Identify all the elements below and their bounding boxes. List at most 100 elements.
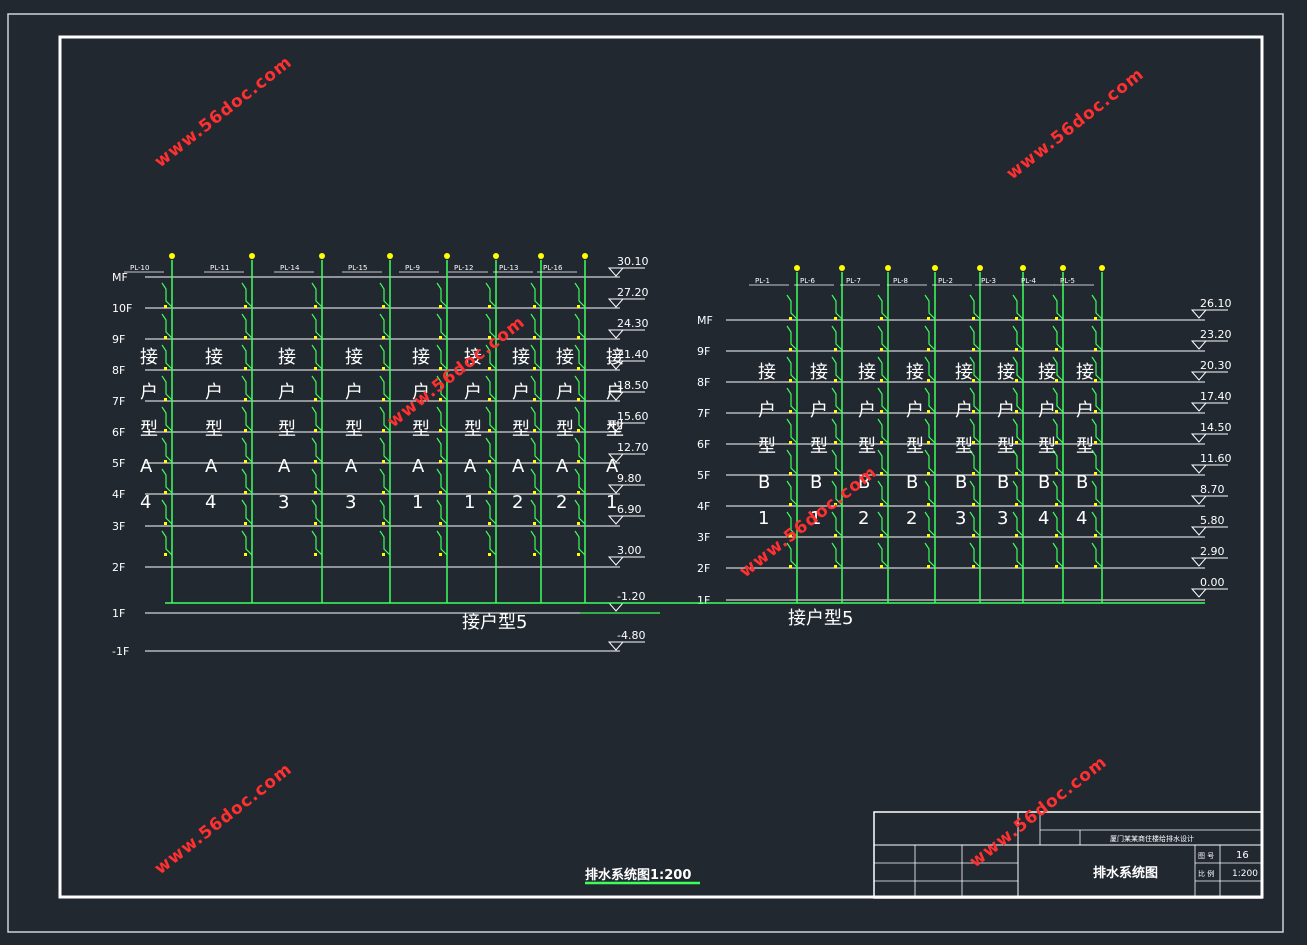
floor-drain xyxy=(533,553,536,556)
branch-fitting xyxy=(1091,325,1103,351)
floor-drain xyxy=(1055,534,1058,537)
floor-label: 4F xyxy=(697,500,710,513)
floor-drain xyxy=(382,336,385,339)
floor-drain xyxy=(1055,565,1058,568)
vent-cap xyxy=(1099,265,1105,271)
unit-label-char: 接 xyxy=(140,347,158,368)
branch-fitting xyxy=(831,387,843,413)
floor-drain xyxy=(834,317,837,320)
floor-drain xyxy=(789,348,792,351)
elevation-mark xyxy=(1190,309,1208,319)
floor-drain xyxy=(789,410,792,413)
branch-fitting xyxy=(485,530,497,556)
unit-label-char: 4 xyxy=(1076,508,1087,529)
floor-drain xyxy=(834,441,837,444)
unit-label-char: 接 xyxy=(1076,362,1094,383)
unit-label-char: 型 xyxy=(955,436,973,457)
branch-fitting xyxy=(436,344,448,370)
unit-label-char: 接 xyxy=(278,347,296,368)
floor-drain xyxy=(533,305,536,308)
floor-drain xyxy=(577,398,580,401)
unit-label-char: 户 xyxy=(140,382,158,403)
branch-fitting xyxy=(924,294,936,320)
pipe-tag: PL-1 xyxy=(755,277,770,285)
unit-label-char: 户 xyxy=(1038,400,1056,421)
branch-fitting xyxy=(161,344,173,370)
branch-fitting xyxy=(530,344,542,370)
floor-drain xyxy=(972,472,975,475)
branch-fitting xyxy=(877,480,889,506)
elevation-mark xyxy=(1190,526,1208,536)
branch-fitting xyxy=(786,294,798,320)
elevation-label: 5.80 xyxy=(1200,514,1225,527)
floor-drain xyxy=(927,379,930,382)
branch-fitting xyxy=(969,480,981,506)
elevation-label: 17.40 xyxy=(1200,390,1232,403)
floor-drain xyxy=(927,348,930,351)
floor-drain xyxy=(1094,534,1097,537)
vent-cap xyxy=(387,253,393,259)
floor-drain xyxy=(488,367,491,370)
branch-fitting xyxy=(831,449,843,475)
floor-drain xyxy=(1015,565,1018,568)
branch-fitting xyxy=(241,313,253,339)
unit-label-char: A xyxy=(278,456,291,477)
branch-fitting xyxy=(786,480,798,506)
floor-label: 4F xyxy=(112,488,125,501)
unit-label-char: 4 xyxy=(205,492,216,513)
unit-label-char: 2 xyxy=(906,508,917,529)
unit-label-char: 型 xyxy=(858,436,876,457)
unit-label-char: 户 xyxy=(205,382,223,403)
floor-drain xyxy=(972,317,975,320)
elevation-mark xyxy=(607,515,625,525)
branch-fitting xyxy=(436,406,448,432)
unit-label-char: 接 xyxy=(205,347,223,368)
floor-drain xyxy=(439,305,442,308)
unit-label-char: B xyxy=(758,472,770,493)
floor-drain xyxy=(1015,348,1018,351)
elevation-mark xyxy=(1190,588,1208,598)
elevation-label: 23.20 xyxy=(1200,328,1232,341)
bottom-type-label: 接户型5 xyxy=(788,608,853,629)
elevation-label: 0.00 xyxy=(1200,576,1225,589)
elevation-label: 20.30 xyxy=(1200,359,1232,372)
branch-fitting xyxy=(311,375,323,401)
branch-fitting xyxy=(161,406,173,432)
elevation-label: 12.70 xyxy=(617,441,649,454)
floor-label: 6F xyxy=(112,426,125,439)
floor-drain xyxy=(1015,472,1018,475)
floor-drain xyxy=(244,522,247,525)
unit-label-char: 型 xyxy=(140,419,158,440)
floor-drain xyxy=(834,472,837,475)
floor-drain xyxy=(789,472,792,475)
branch-fitting xyxy=(969,294,981,320)
branch-fitting xyxy=(1052,294,1064,320)
unit-label-char: 型 xyxy=(997,436,1015,457)
branch-fitting xyxy=(436,499,448,525)
unit-label-char: 户 xyxy=(758,400,776,421)
branch-fitting xyxy=(530,375,542,401)
floor-drain xyxy=(880,379,883,382)
floor-drain xyxy=(834,348,837,351)
elevation-label: -4.80 xyxy=(617,629,645,642)
unit-label-char: 型 xyxy=(556,419,574,440)
floor-drain xyxy=(488,398,491,401)
floor-drain xyxy=(1055,348,1058,351)
branch-fitting xyxy=(786,356,798,382)
floor-drain xyxy=(577,367,580,370)
floor-drain xyxy=(1094,317,1097,320)
floor-label: 1F xyxy=(112,607,125,620)
floor-drain xyxy=(382,429,385,432)
vent-cap xyxy=(885,265,891,271)
branch-fitting xyxy=(574,437,586,463)
unit-label-char: 接 xyxy=(997,362,1015,383)
elevation-label: 3.00 xyxy=(617,544,642,557)
unit-label-char: A xyxy=(140,456,153,477)
unit-label-char: 2 xyxy=(512,492,523,513)
branch-fitting xyxy=(1012,542,1024,568)
unit-label-char: 接 xyxy=(758,362,776,383)
branch-fitting xyxy=(786,449,798,475)
branch-fitting xyxy=(574,468,586,494)
branch-fitting xyxy=(379,313,391,339)
branch-fitting xyxy=(485,437,497,463)
